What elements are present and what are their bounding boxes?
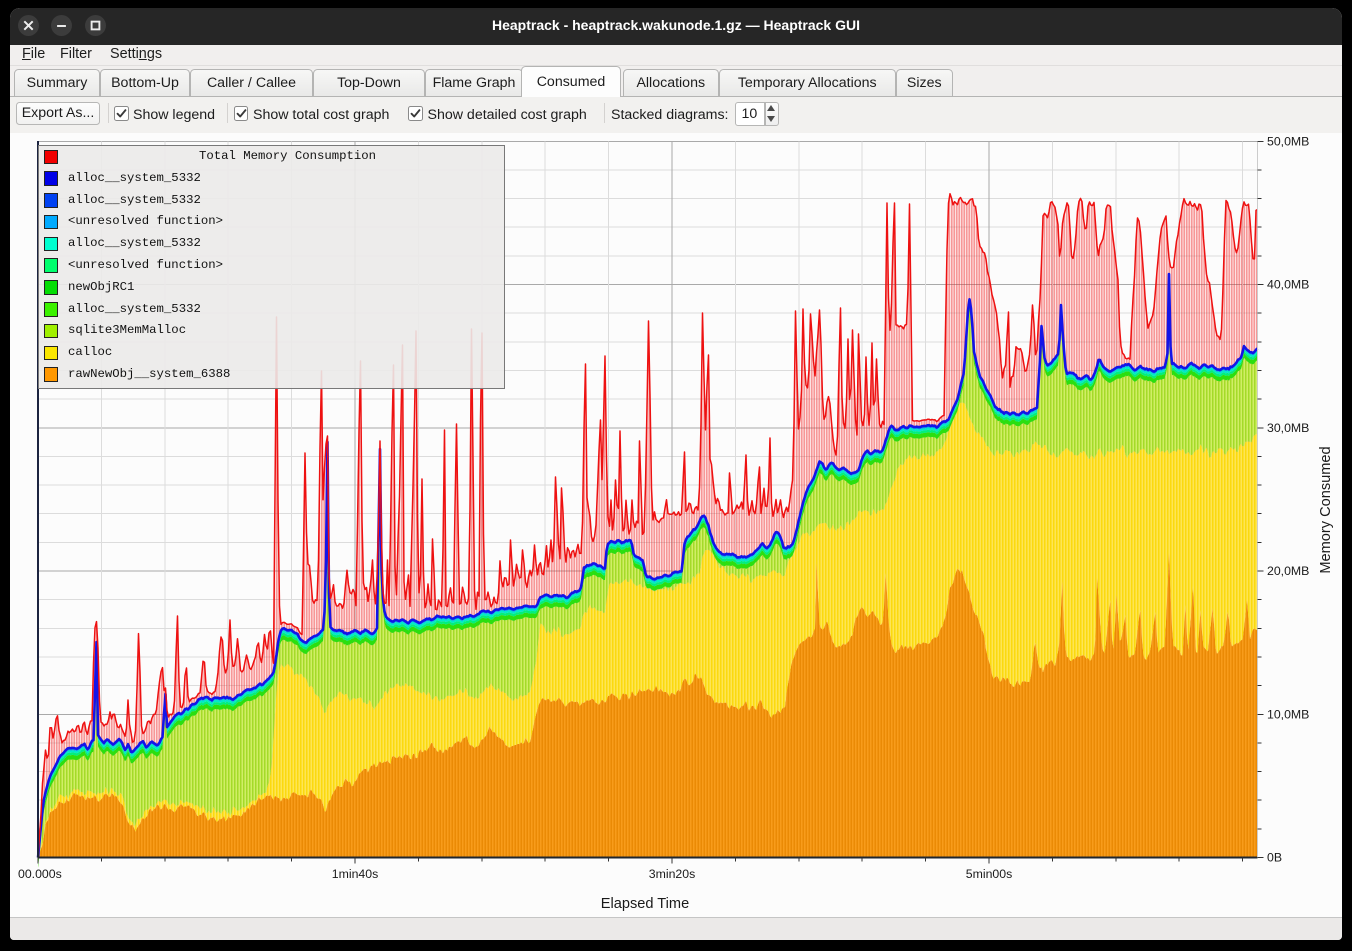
svg-text:20,0MB: 20,0MB xyxy=(1267,564,1309,578)
svg-text:40,0MB: 40,0MB xyxy=(1267,278,1309,292)
svg-text:Memory Consumed: Memory Consumed xyxy=(1318,446,1334,573)
svg-text:0B: 0B xyxy=(1267,851,1282,865)
svg-text:50,0MB: 50,0MB xyxy=(1267,135,1309,149)
svg-text:30,0MB: 30,0MB xyxy=(1267,421,1309,435)
svg-text:5min00s: 5min00s xyxy=(966,867,1012,881)
svg-text:10,0MB: 10,0MB xyxy=(1267,708,1309,722)
svg-text:Elapsed Time: Elapsed Time xyxy=(601,896,689,912)
svg-text:1min40s: 1min40s xyxy=(332,867,378,881)
svg-text:3min20s: 3min20s xyxy=(649,867,695,881)
svg-text:00.000s: 00.000s xyxy=(18,867,62,881)
